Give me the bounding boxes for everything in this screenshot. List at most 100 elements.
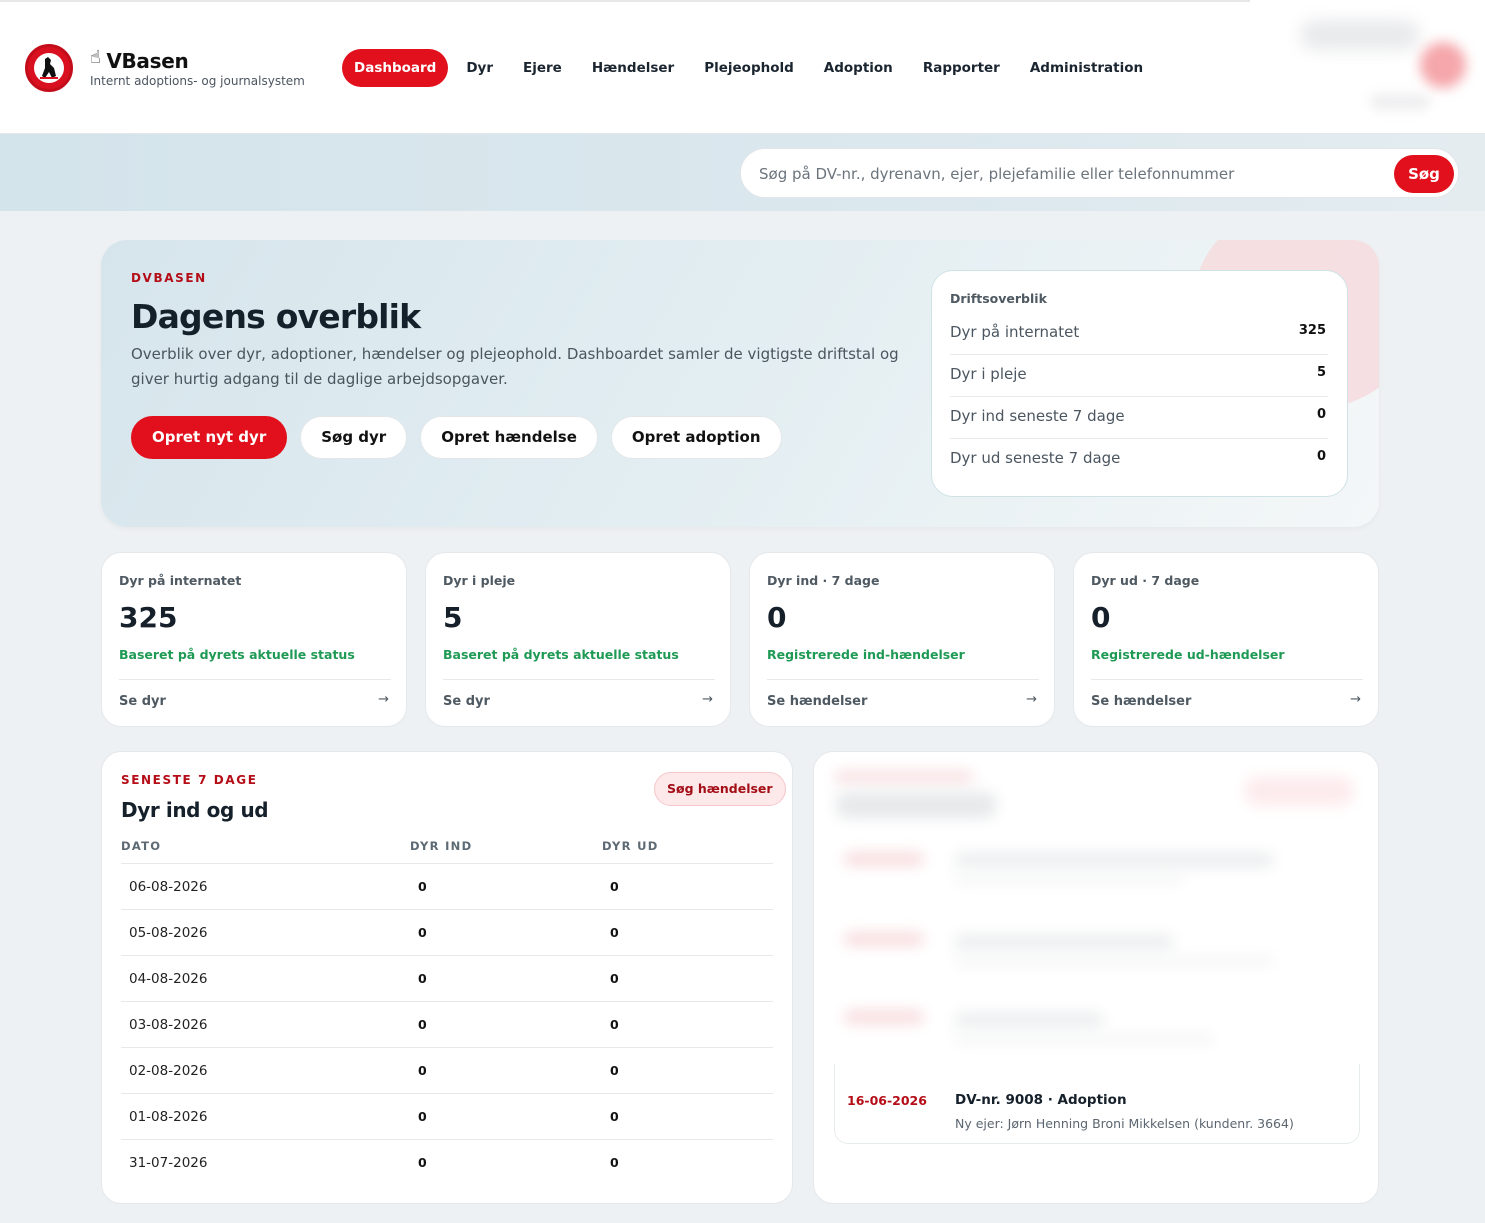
stat-divider [443, 679, 715, 680]
table-row: 06-08-2026 0 0 [121, 863, 773, 909]
event-title[interactable]: DV-nr. 9008 · Adoption [955, 1092, 1127, 1108]
cell-in: 0 [418, 1109, 427, 1124]
table-row: 05-08-2026 0 0 [121, 909, 773, 955]
operations-row-value: 5 [1316, 365, 1326, 380]
search-events-button[interactable]: Søg hændelser [654, 772, 786, 806]
arrow-right-icon[interactable]: → [702, 692, 713, 707]
event-description: Ny ejer: Jørn Henning Broni Mikkelsen (k… [955, 1116, 1294, 1131]
stat-label: Dyr på internatet [119, 573, 242, 588]
create-adoption-button[interactable]: Opret adoption [610, 416, 782, 459]
stat-value: 0 [1091, 601, 1111, 634]
operations-row-value: 0 [1316, 407, 1326, 422]
operations-row-label: Dyr ud seneste 7 dage [950, 449, 1121, 467]
stat-note: Registrerede ind-hændelser [767, 647, 965, 662]
operations-overview-card: Driftsoverblik Dyr på internatet 325 Dyr… [931, 270, 1348, 497]
hero-description: Overblik over dyr, adoptioner, hændelser… [131, 345, 899, 388]
table-eyebrow: SENESTE 7 DAGE [121, 773, 258, 787]
search-button[interactable]: Søg [1394, 155, 1454, 193]
operations-row-label: Dyr på internatet [950, 323, 1080, 341]
stat-note: Registrerede ud-hændelser [1091, 647, 1285, 662]
stat-note: Baseret på dyrets aktuelle status [443, 647, 679, 662]
operations-row: Dyr ud seneste 7 dage 0 [950, 439, 1328, 481]
column-header-date: DATO [121, 839, 162, 853]
brand-name[interactable]: DVBasen [90, 49, 188, 73]
recent-events-card: 16-06-2026 DV-nr. 9008 · Adoption Ny eje… [813, 751, 1379, 1204]
stat-note: Baseret på dyrets aktuelle status [119, 647, 355, 662]
nav-plejeophold[interactable]: Plejeophold [689, 49, 809, 87]
table-row: 02-08-2026 0 0 [121, 1047, 773, 1093]
cell-date: 06-08-2026 [129, 879, 208, 895]
cell-out: 0 [610, 1017, 619, 1032]
stat-link-see-animals[interactable]: Se dyr [443, 694, 490, 709]
blurred-user-avatar[interactable] [1420, 42, 1466, 88]
cell-out: 0 [610, 1155, 619, 1170]
nav-ejere[interactable]: Ejere [508, 49, 577, 87]
stat-label: Dyr i pleje [443, 573, 516, 588]
cell-date: 02-08-2026 [129, 1063, 208, 1079]
nav-dashboard[interactable]: Dashboard [342, 49, 449, 87]
stat-divider [1091, 679, 1363, 680]
stat-divider [767, 679, 1039, 680]
cell-in: 0 [418, 1017, 427, 1032]
nav-rapporter[interactable]: Rapporter [908, 49, 1015, 87]
page-title: Dagens overblik [131, 297, 421, 336]
cell-in: 0 [418, 1063, 427, 1078]
operations-row-value: 0 [1316, 449, 1326, 464]
header-top-line [0, 0, 1250, 2]
logo-dog-icon [34, 53, 64, 83]
nav-haendelser[interactable]: Hændelser [577, 49, 689, 87]
operations-row: Dyr i pleje 5 [950, 355, 1328, 397]
blurred-user-role [1370, 95, 1430, 109]
hero-eyebrow: DVBASEN [131, 271, 207, 285]
cell-out: 0 [610, 1063, 619, 1078]
stat-value: 5 [443, 601, 463, 634]
cell-date: 04-08-2026 [129, 971, 208, 987]
stat-link-see-events[interactable]: Se hændelser [1091, 694, 1191, 709]
nav-administration[interactable]: Administration [1015, 49, 1158, 87]
cell-in: 0 [418, 925, 427, 940]
cell-out: 0 [610, 879, 619, 894]
arrow-right-icon[interactable]: → [1350, 692, 1361, 707]
operations-row-label: Dyr i pleje [950, 365, 1027, 383]
operations-row: Dyr på internatet 325 [950, 313, 1328, 355]
create-event-button[interactable]: Opret hændelse [420, 416, 598, 459]
cell-date: 01-08-2026 [129, 1109, 208, 1125]
cell-in: 0 [418, 1155, 427, 1170]
stat-value: 325 [119, 601, 178, 634]
search-animal-button[interactable]: Søg dyr [300, 416, 408, 459]
nav-dyr[interactable]: Dyr [451, 49, 508, 87]
table-row: 03-08-2026 0 0 [121, 1001, 773, 1047]
cell-date: 31-07-2026 [129, 1155, 208, 1171]
stat-divider [119, 679, 391, 680]
cell-out: 0 [610, 971, 619, 986]
cell-date: 05-08-2026 [129, 925, 208, 941]
cell-in: 0 [418, 879, 427, 894]
arrow-right-icon[interactable]: → [1026, 692, 1037, 707]
operations-overview-title: Driftsoverblik [950, 291, 1047, 306]
nav-adoption[interactable]: Adoption [809, 49, 908, 87]
main-nav: Dashboard Dyr Ejere Hændelser Plejeophol… [342, 49, 1158, 87]
stat-link-see-events[interactable]: Se hændelser [767, 694, 867, 709]
hero-actions: Opret nyt dyr Søg dyr Opret hændelse Opr… [131, 416, 795, 459]
logo-icon[interactable] [25, 44, 73, 92]
create-animal-button[interactable]: Opret nyt dyr [131, 416, 288, 459]
event-date: 16-06-2026 [847, 1093, 927, 1108]
stat-card-shelter: Dyr på internatet 325 Baseret på dyrets … [101, 552, 407, 727]
operations-row-value: 325 [1298, 323, 1326, 338]
column-header-in: DYR IND [410, 839, 473, 853]
stat-card-foster: Dyr i pleje 5 Baseret på dyrets aktuelle… [425, 552, 731, 727]
brand-subtitle: Internt adoptions- og journalsystem [90, 74, 305, 88]
stat-card-in: Dyr ind · 7 dage 0 Registrerede ind-hænd… [749, 552, 1055, 727]
operations-row: Dyr ind seneste 7 dage 0 [950, 397, 1328, 439]
arrow-right-icon[interactable]: → [378, 692, 389, 707]
search-input[interactable] [759, 161, 1379, 187]
table-row: 01-08-2026 0 0 [121, 1093, 773, 1139]
stat-label: Dyr ud · 7 dage [1091, 573, 1200, 588]
blur-overlay [814, 752, 1378, 1087]
table-row: 04-08-2026 0 0 [121, 955, 773, 1001]
column-header-out: DYR UD [602, 839, 659, 853]
stat-link-see-animals[interactable]: Se dyr [119, 694, 166, 709]
stat-card-out: Dyr ud · 7 dage 0 Registrerede ud-hændel… [1073, 552, 1379, 727]
blurred-user-name [1300, 20, 1420, 50]
cell-in: 0 [418, 971, 427, 986]
